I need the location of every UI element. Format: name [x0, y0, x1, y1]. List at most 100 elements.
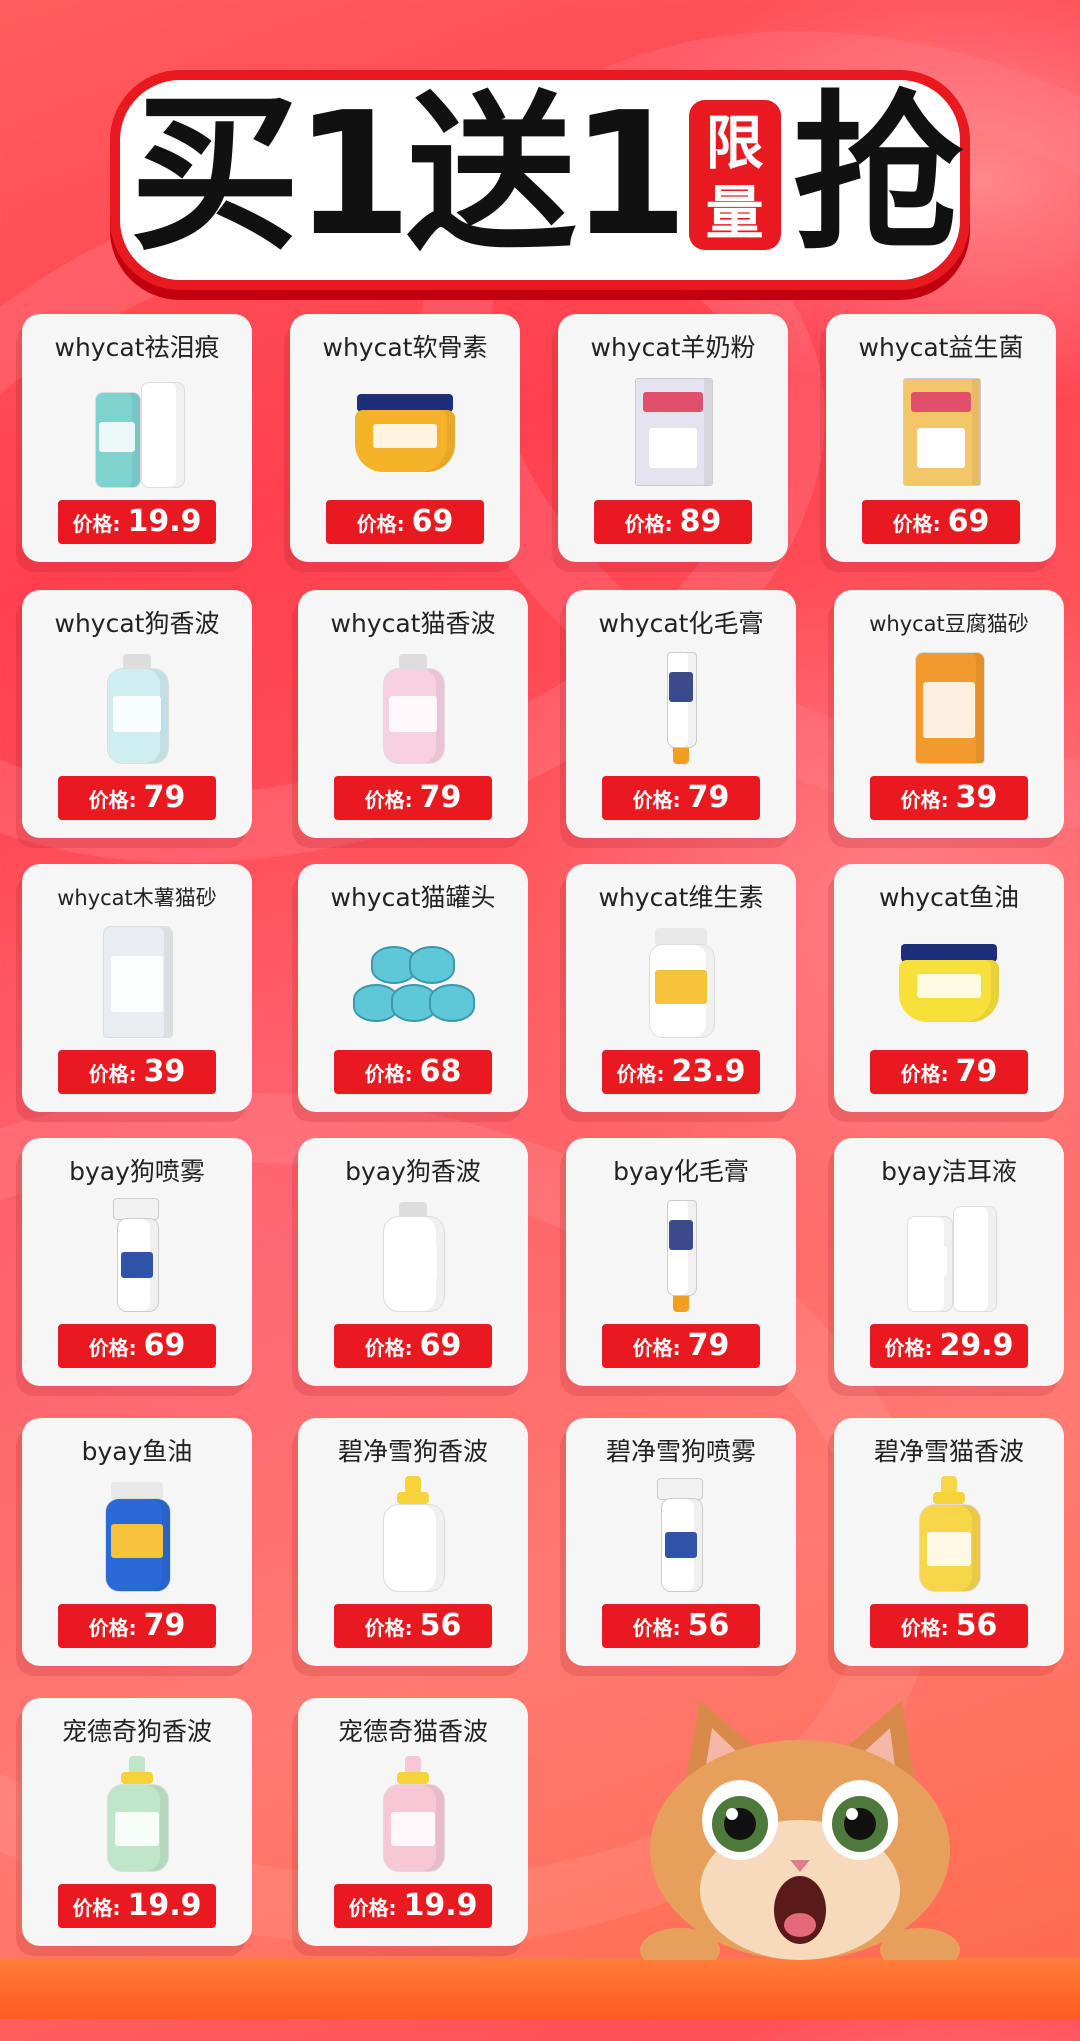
- product-name: whycat猫罐头: [330, 883, 496, 912]
- price-tag: 价格: 56: [870, 1604, 1028, 1648]
- price-tag: 价格: 68: [334, 1050, 492, 1094]
- price-label: 价格:: [72, 1896, 128, 1920]
- price-tag: 价格: 19.9: [58, 1884, 216, 1928]
- product-name: 碧净雪狗喷雾: [605, 1437, 756, 1466]
- product-name: whycat化毛膏: [598, 609, 764, 638]
- price-tag: 价格: 79: [58, 776, 216, 820]
- price-tag: 价格: 69: [58, 1324, 216, 1368]
- product-name: whycat鱼油: [879, 883, 1019, 912]
- product-image: [621, 1476, 741, 1594]
- product-name: whycat益生菌: [858, 333, 1024, 362]
- promo-header: 买1送1 限量抢: [0, 40, 1080, 290]
- product-image: [621, 1196, 741, 1314]
- price-label: 价格:: [88, 1336, 144, 1360]
- price-value: 29.9: [939, 1328, 1014, 1363]
- product-image: [77, 1476, 197, 1594]
- price-tag: 价格: 56: [602, 1604, 760, 1648]
- price-label: 价格:: [632, 1616, 688, 1640]
- price-label: 价格:: [72, 512, 128, 536]
- product-name: byay洁耳液: [881, 1157, 1017, 1186]
- product-card[interactable]: 碧净雪猫香波 价格: 56: [834, 1418, 1064, 1666]
- price-tag: 价格: 79: [602, 1324, 760, 1368]
- product-image: [889, 648, 1009, 766]
- product-image: [889, 1196, 1009, 1314]
- price-label: 价格:: [364, 1616, 420, 1640]
- product-name: 碧净雪狗香波: [337, 1437, 488, 1466]
- product-card[interactable]: byay洁耳液 价格: 29.9: [834, 1138, 1064, 1386]
- product-name: whycat豆腐猫砂: [869, 612, 1029, 636]
- product-image: [77, 648, 197, 766]
- price-value: 39: [955, 780, 998, 815]
- product-image: [353, 648, 473, 766]
- product-name: whycat木薯猫砂: [57, 886, 217, 910]
- product-card[interactable]: whycat软骨素 价格: 69: [290, 314, 520, 562]
- limited-badge: 限量: [688, 100, 781, 250]
- price-label: 价格:: [900, 1616, 956, 1640]
- product-card[interactable]: whycat祛泪痕价格: 19.9: [22, 314, 252, 562]
- price-value: 19.9: [127, 504, 202, 539]
- product-image: [77, 372, 197, 490]
- price-value: 79: [955, 1054, 998, 1089]
- product-card[interactable]: whycat维生素 价格: 23.9: [566, 864, 796, 1112]
- product-image: [621, 922, 741, 1040]
- product-image: [345, 372, 465, 490]
- product-image: [77, 922, 197, 1040]
- price-tag: 价格: 79: [870, 1050, 1028, 1094]
- product-card[interactable]: whycat木薯猫砂 价格: 39: [22, 864, 252, 1112]
- product-card[interactable]: 宠德奇猫香波价格: 19.9: [298, 1698, 528, 1946]
- product-image: [353, 1756, 473, 1874]
- price-tag: 价格: 19.9: [334, 1884, 492, 1928]
- product-card[interactable]: 碧净雪狗喷雾价格: 56: [566, 1418, 796, 1666]
- product-image: [77, 1756, 197, 1874]
- product-card[interactable]: whycat羊奶粉 价格: 89: [558, 314, 788, 562]
- product-name: 宠德奇猫香波: [337, 1717, 488, 1746]
- product-card[interactable]: whycat狗香波价格: 79: [22, 590, 252, 838]
- price-label: 价格:: [364, 788, 420, 812]
- price-value: 19.9: [403, 1888, 478, 1923]
- price-label: 价格:: [364, 1062, 420, 1086]
- price-value: 69: [143, 1328, 186, 1363]
- product-card[interactable]: 碧净雪狗香波 价格: 56: [298, 1418, 528, 1666]
- price-tag: 价格: 79: [602, 776, 760, 820]
- product-card[interactable]: whycat化毛膏价格: 79: [566, 590, 796, 838]
- product-card[interactable]: byay化毛膏价格: 79: [566, 1138, 796, 1386]
- product-card[interactable]: whycat猫罐头价格: 68: [298, 864, 528, 1112]
- price-label: 价格:: [632, 1336, 688, 1360]
- price-tag: 价格: 69: [862, 500, 1020, 544]
- price-tag: 价格: 79: [334, 776, 492, 820]
- product-name: byay狗香波: [345, 1157, 481, 1186]
- product-name: whycat维生素: [598, 883, 764, 912]
- price-value: 79: [687, 780, 730, 815]
- price-label: 价格:: [88, 1062, 144, 1086]
- product-image: [889, 1476, 1009, 1594]
- price-value: 79: [419, 780, 462, 815]
- product-image: [353, 922, 475, 1040]
- product-card[interactable]: 宠德奇狗香波 价格: 19.9: [22, 1698, 252, 1946]
- header-title-part1: 买1送1: [130, 76, 689, 274]
- product-image: [353, 1476, 473, 1594]
- product-card[interactable]: whycat猫香波 价格: 79: [298, 590, 528, 838]
- price-tag: 价格: 69: [334, 1324, 492, 1368]
- product-card[interactable]: byay狗喷雾 价格: 69: [22, 1138, 252, 1386]
- price-value: 68: [419, 1054, 462, 1089]
- price-value: 89: [679, 504, 722, 539]
- price-value: 19.9: [127, 1888, 202, 1923]
- product-card[interactable]: whycat鱼油价格: 79: [834, 864, 1064, 1112]
- price-value: 69: [419, 1328, 462, 1363]
- badge-top: 限: [705, 109, 764, 177]
- price-value: 69: [411, 504, 454, 539]
- product-card[interactable]: byay狗香波价格: 69: [298, 1138, 528, 1386]
- product-card[interactable]: whycat益生菌价格: 69: [826, 314, 1056, 562]
- price-tag: 价格: 69: [326, 500, 484, 544]
- price-tag: 价格: 79: [58, 1604, 216, 1648]
- product-name: byay化毛膏: [613, 1157, 749, 1186]
- product-name: whycat祛泪痕: [54, 333, 220, 362]
- product-image: [621, 648, 741, 766]
- product-card[interactable]: byay鱼油 价格: 79: [22, 1418, 252, 1666]
- product-card[interactable]: whycat豆腐猫砂 价格: 39: [834, 590, 1064, 838]
- price-tag: 价格: 89: [594, 500, 752, 544]
- product-name: whycat狗香波: [54, 609, 220, 638]
- price-label: 价格:: [616, 1062, 672, 1086]
- price-label: 价格:: [88, 1616, 144, 1640]
- header-title-part2: 抢: [792, 76, 963, 274]
